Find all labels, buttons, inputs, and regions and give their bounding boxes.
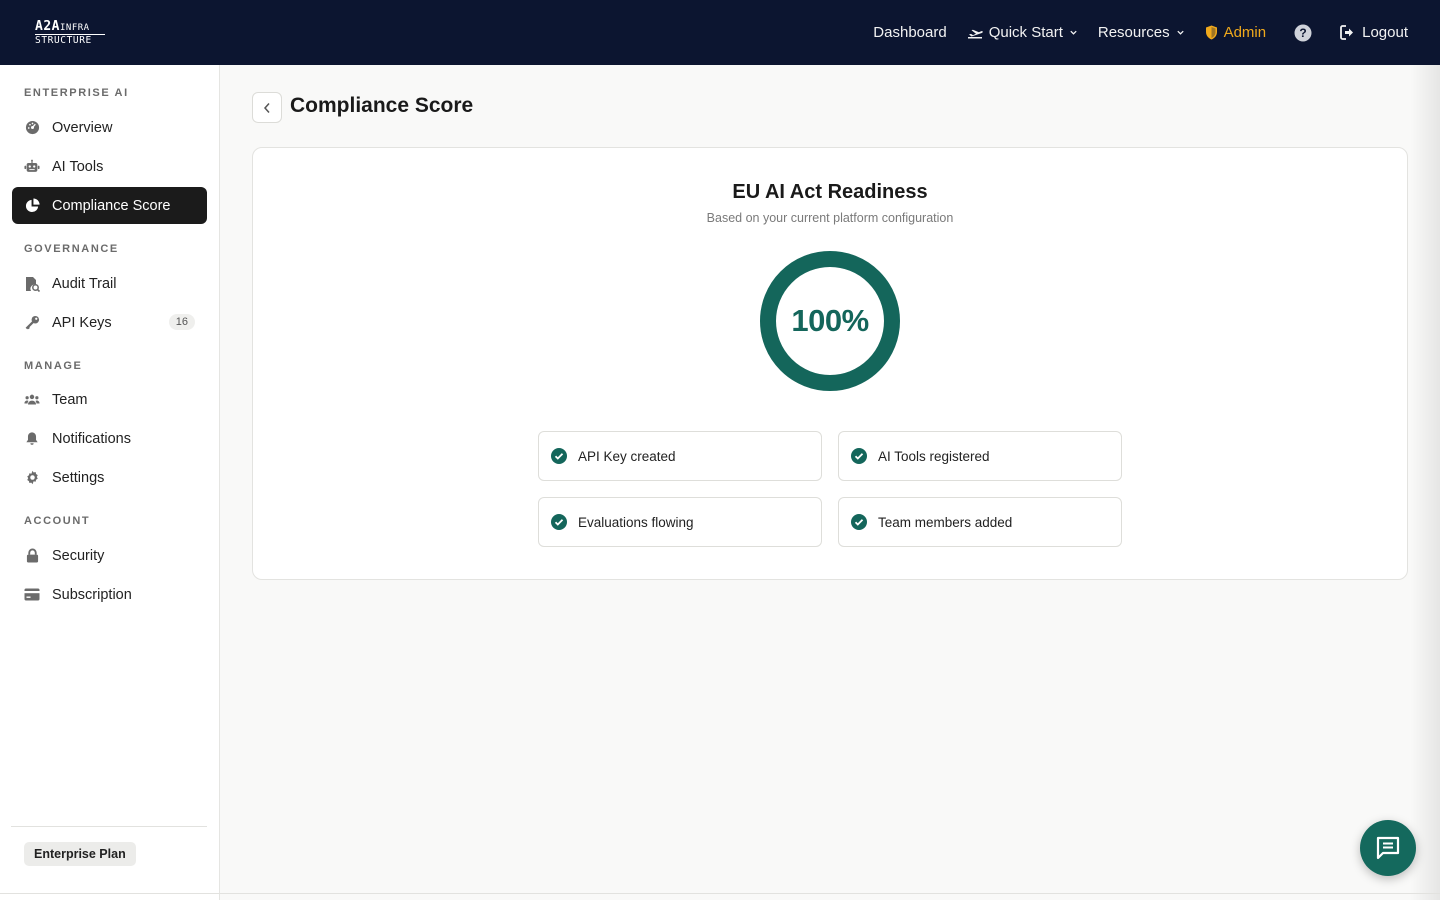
- shield-icon: [1205, 25, 1217, 40]
- card-subtitle: Based on your current platform configura…: [706, 211, 954, 225]
- svg-text:?: ?: [1299, 26, 1306, 40]
- logout-button[interactable]: Logout: [1340, 24, 1408, 41]
- users-icon: [24, 392, 40, 408]
- sidebar-item-api-keys[interactable]: API Keys 16: [12, 304, 207, 341]
- sidebar-item-notifications[interactable]: Notifications: [12, 420, 207, 457]
- section-label-account: ACCOUNT: [24, 515, 91, 527]
- readiness-card: EU AI Act Readiness Based on your curren…: [252, 147, 1408, 580]
- section-label-manage: MANAGE: [24, 360, 83, 372]
- check-item-api-key: API Key created: [538, 431, 822, 481]
- nav-menu: Dashboard Quick Start Resources Admin ? …: [873, 0, 1408, 65]
- check-circle-icon: [851, 448, 867, 464]
- lock-icon: [24, 548, 40, 564]
- sidebar-item-audit-trail[interactable]: Audit Trail: [12, 265, 207, 302]
- sidebar-divider: [11, 826, 207, 827]
- question-circle-icon: ?: [1294, 24, 1312, 41]
- sidebar-item-settings[interactable]: Settings: [12, 459, 207, 496]
- section-label-governance: GOVERNANCE: [24, 243, 119, 255]
- brand-logo[interactable]: A2AINFRA STRUCTURE: [35, 20, 107, 46]
- bell-icon: [24, 431, 40, 447]
- check-circle-icon: [551, 514, 567, 530]
- help-button[interactable]: ?: [1294, 24, 1312, 42]
- sidebar-item-security[interactable]: Security: [12, 537, 207, 574]
- check-item-ai-tools: AI Tools registered: [838, 431, 1122, 481]
- nav-resources-dropdown[interactable]: Resources: [1098, 24, 1185, 41]
- check-item-team-members: Team members added: [838, 497, 1122, 547]
- gauge-icon: [24, 120, 40, 136]
- plan-badge: Enterprise Plan: [24, 842, 136, 866]
- chat-bubble-icon: [1376, 836, 1400, 860]
- nav-quick-start-dropdown[interactable]: Quick Start: [967, 24, 1078, 41]
- bottom-border: [0, 893, 1440, 894]
- api-keys-count-badge: 16: [168, 314, 195, 330]
- check-item-evaluations: Evaluations flowing: [538, 497, 822, 547]
- check-circle-icon: [851, 514, 867, 530]
- chat-button[interactable]: [1360, 820, 1416, 876]
- sidebar-item-compliance-score[interactable]: Compliance Score: [12, 187, 207, 224]
- nav-admin-link[interactable]: Admin: [1205, 24, 1266, 41]
- section-label-enterprise-ai: ENTERPRISE AI: [24, 87, 129, 99]
- card-title: EU AI Act Readiness: [732, 181, 928, 203]
- page-title: Compliance Score: [290, 94, 474, 117]
- plane-icon: [967, 29, 983, 38]
- back-button[interactable]: [252, 92, 282, 123]
- sidebar-item-subscription[interactable]: Subscription: [12, 576, 207, 613]
- pie-chart-icon: [24, 198, 40, 214]
- nav-dashboard-link[interactable]: Dashboard: [873, 24, 946, 41]
- robot-icon: [24, 159, 40, 175]
- right-edge-shadow: [1410, 65, 1440, 900]
- logout-icon: [1340, 25, 1354, 40]
- chevron-down-icon: [1070, 30, 1077, 35]
- chevron-left-icon: [263, 102, 270, 113]
- chevron-down-icon: [1176, 30, 1184, 35]
- sidebar-item-team[interactable]: Team: [12, 381, 207, 418]
- file-search-icon: [24, 276, 40, 292]
- key-icon: [24, 315, 40, 331]
- sidebar: ENTERPRISE AI Overview AI Tools Complian…: [0, 65, 220, 900]
- gear-icon: [24, 470, 40, 486]
- sidebar-item-ai-tools[interactable]: AI Tools: [12, 148, 207, 185]
- score-value: 100%: [791, 303, 869, 338]
- credit-card-icon: [24, 587, 40, 603]
- sidebar-item-overview[interactable]: Overview: [12, 109, 207, 146]
- top-navbar: A2AINFRA STRUCTURE Dashboard Quick Start…: [0, 0, 1440, 65]
- check-circle-icon: [551, 448, 567, 464]
